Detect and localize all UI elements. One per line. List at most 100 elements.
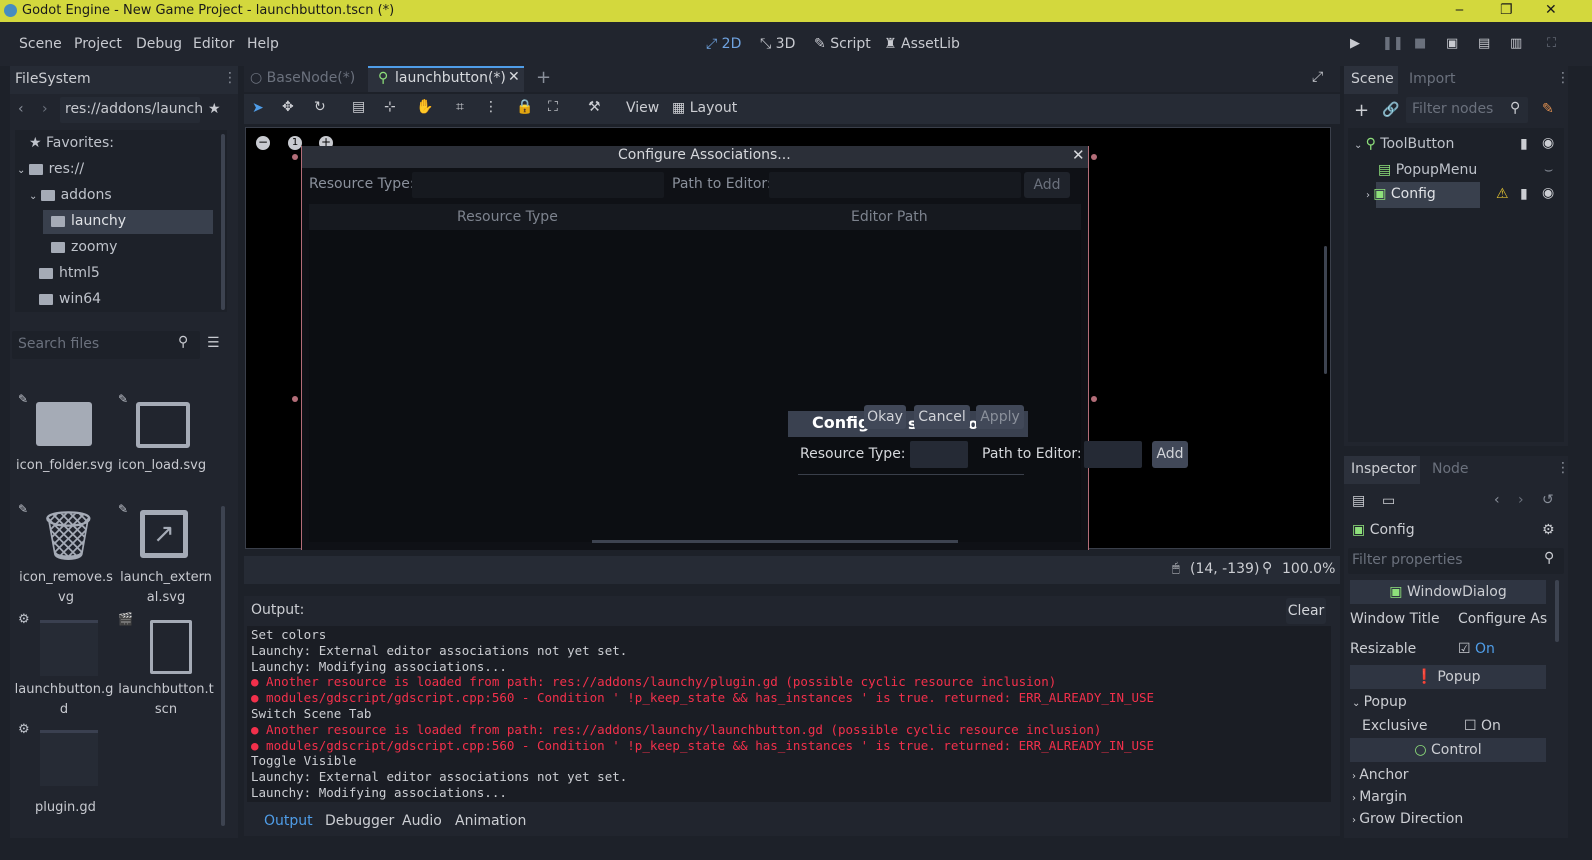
zoom-out-icon[interactable]: − — [256, 136, 270, 150]
history-icon[interactable]: ↺ — [1542, 492, 1554, 508]
script-icon[interactable]: ▮ — [1520, 186, 1528, 202]
group-icon[interactable]: ⛶ — [548, 99, 558, 115]
node-popupmenu[interactable]: ▤ PopupMenu — [1378, 162, 1477, 178]
viewport-v-scrollbar[interactable] — [1324, 246, 1327, 374]
preview-resource-type-input[interactable] — [910, 441, 968, 468]
section-windowdialog[interactable]: ▣ WindowDialog — [1350, 580, 1546, 604]
dialog-add-button[interactable]: Add — [1024, 172, 1070, 198]
inspector-tab-active[interactable]: Inspector — [1344, 456, 1420, 484]
configure-dialog[interactable]: Configure Associations... ✕ Resource Typ… — [301, 146, 1089, 550]
play-scene-icon[interactable]: ▣ — [1446, 36, 1458, 51]
tree-html5[interactable]: html5 — [39, 265, 100, 281]
close-window-button[interactable]: ✕ — [1545, 2, 1557, 18]
menu-help[interactable]: Help — [247, 36, 279, 52]
dock-menu-icon[interactable]: ⋮ — [1556, 70, 1570, 86]
movie-icon[interactable]: ▥ — [1510, 36, 1522, 51]
file-item-launchbutton-gd[interactable]: ⚙ launchbutton.g d — [14, 610, 114, 720]
margin-group[interactable]: › Margin — [1352, 789, 1407, 805]
filter-properties-input[interactable]: Filter properties ⚲ — [1348, 548, 1564, 574]
link-icon[interactable]: 🔗 — [1382, 102, 1399, 118]
zoom-reset-icon[interactable]: 1 — [288, 136, 302, 150]
visibility-eye-icon[interactable]: ◉ — [1542, 185, 1554, 201]
list-view-icon[interactable]: ☰ — [207, 335, 220, 351]
resize-handle[interactable] — [292, 154, 298, 160]
inspected-object[interactable]: ▣ Config — [1352, 522, 1415, 538]
add-tab-button[interactable]: + — [536, 67, 551, 88]
script-icon[interactable]: ▮ — [1520, 136, 1528, 152]
menu-debug[interactable]: Debug — [136, 36, 182, 52]
list-select-icon[interactable]: ⊹ — [384, 99, 396, 115]
add-node-icon[interactable]: + — [1354, 100, 1369, 121]
view-menu[interactable]: View — [626, 100, 659, 116]
tree-win64[interactable]: win64 — [39, 291, 101, 307]
distraction-free-icon[interactable]: ⤢ — [1312, 69, 1323, 85]
path-field[interactable]: res://addons/launch — [60, 97, 203, 123]
workspace-script-button[interactable]: ✎ Script — [814, 36, 871, 52]
close-tab-icon[interactable]: ✕ — [508, 69, 520, 85]
tree-res[interactable]: ⌄ res:// — [17, 161, 84, 177]
file-item-launchbutton-tscn[interactable]: 🎬 launchbutton.t scn — [114, 610, 218, 720]
minimize-button[interactable]: ‒ — [1455, 2, 1464, 18]
workspace-2d-button[interactable]: ⤢ 2D — [706, 36, 741, 52]
object-tools-icon[interactable]: ⚙ — [1542, 522, 1555, 538]
menu-editor[interactable]: Editor — [193, 36, 234, 52]
fullscreen-icon[interactable]: ⛶ — [1547, 36, 1556, 51]
preview-add-button[interactable]: Add — [1152, 441, 1188, 468]
menu-scene[interactable]: Scene — [19, 36, 62, 52]
cancel-button[interactable]: Cancel — [914, 405, 970, 429]
visibility-hidden-icon[interactable]: ⌣ — [1544, 162, 1553, 178]
tab-node[interactable]: Node — [1432, 461, 1469, 477]
filter-nodes-input[interactable]: Filter nodes ⚲ — [1406, 97, 1528, 123]
resize-handle[interactable] — [292, 396, 298, 402]
tab-debugger[interactable]: Debugger — [325, 813, 394, 829]
viewport-2d[interactable]: − 1 + Configure Associations... ✕ Resour… — [245, 127, 1331, 550]
bone-icon[interactable]: ⚒ — [588, 99, 601, 115]
rotate-tool-icon[interactable]: ↻ — [314, 99, 326, 115]
pan-tool-icon[interactable]: ✋ — [416, 99, 433, 115]
resize-handle[interactable] — [1091, 396, 1097, 402]
node-config[interactable]: › ▣ Config — [1366, 186, 1436, 202]
pause-icon[interactable]: ❚❚ — [1382, 36, 1404, 51]
select-tool-icon[interactable]: ➤ — [252, 100, 264, 116]
dialog-scrollbar[interactable] — [592, 540, 958, 543]
history-forward-icon[interactable]: › — [1518, 492, 1524, 508]
file-item-icon-folder[interactable]: ✎ icon_folder.svg — [14, 388, 114, 478]
window-title-value[interactable]: Configure As — [1458, 611, 1547, 627]
resizable-checkbox[interactable]: ☑ On — [1458, 641, 1495, 657]
tab-animation[interactable]: Animation — [455, 813, 526, 829]
favorite-star-icon[interactable]: ★ — [208, 101, 221, 117]
more-icon[interactable]: ⋮ — [484, 99, 498, 115]
tab-basenode[interactable]: ○ BaseNode(*) — [250, 70, 355, 86]
scale-tool-icon[interactable]: ▤ — [352, 99, 365, 115]
warning-icon[interactable]: ⚠ — [1496, 186, 1509, 202]
tree-addons[interactable]: ⌄ addons — [29, 187, 112, 203]
apply-button[interactable]: Apply — [976, 405, 1024, 429]
tree-launchy-selected[interactable]: launchy — [43, 210, 213, 234]
forward-arrow-icon[interactable]: › — [42, 101, 48, 117]
back-arrow-icon[interactable]: ‹ — [18, 101, 24, 117]
stop-icon[interactable]: ■ — [1414, 36, 1426, 51]
file-item-icon-load[interactable]: ✎ icon_load.svg — [114, 388, 214, 478]
popup-group[interactable]: ⌄ Popup — [1352, 694, 1407, 710]
preview-path-input[interactable] — [1084, 441, 1142, 468]
dock-menu-icon[interactable]: ⋮ — [223, 70, 237, 86]
tab-import[interactable]: Import — [1409, 71, 1455, 87]
tree-scrollbar[interactable] — [221, 134, 225, 310]
tab-filesystem[interactable]: FileSystem — [15, 71, 91, 87]
resize-handle[interactable] — [1091, 154, 1097, 160]
play-icon[interactable]: ▶ — [1350, 36, 1360, 51]
search-files-input[interactable]: Search files ⚲ — [12, 331, 200, 359]
new-resource-icon[interactable]: ▤ — [1352, 493, 1365, 509]
tab-output[interactable]: Output — [264, 813, 313, 829]
maximize-button[interactable]: ❐ — [1500, 2, 1513, 18]
grow-direction-group[interactable]: › Grow Direction — [1352, 811, 1463, 827]
anchor-group[interactable]: › Anchor — [1352, 767, 1409, 783]
dialog-close-button[interactable]: ✕ — [1072, 146, 1085, 164]
script-attach-icon[interactable]: ✎ — [1542, 101, 1554, 117]
dialog-path-input[interactable] — [769, 172, 1021, 198]
tree-zoomy[interactable]: zoomy — [51, 239, 117, 255]
history-back-icon[interactable]: ‹ — [1494, 492, 1500, 508]
inspector-scrollbar[interactable] — [1555, 580, 1559, 642]
node-toolbutton[interactable]: ⌄ ⚲ ToolButton — [1354, 136, 1454, 152]
menu-project[interactable]: Project — [74, 36, 122, 52]
